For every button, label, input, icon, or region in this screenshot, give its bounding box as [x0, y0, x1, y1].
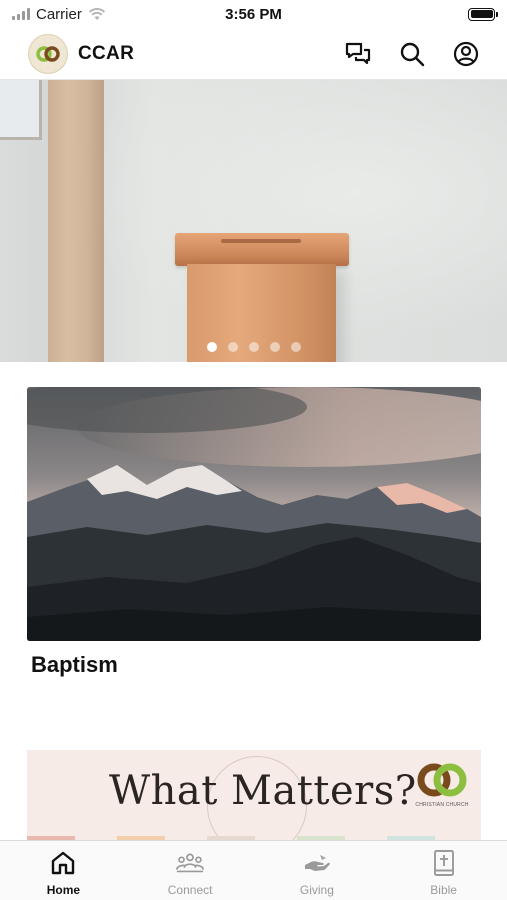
church-logo-icon[interactable]: [28, 33, 68, 74]
carousel-dot[interactable]: [206, 342, 217, 352]
banner-headline: What Matters?: [109, 768, 417, 814]
carousel-dots: [0, 342, 507, 352]
tab-bar: Home Connect Giving Bible: [0, 840, 507, 900]
hero-door-frame: [48, 80, 104, 362]
status-left: Carrier: [12, 6, 182, 23]
carousel-dot[interactable]: [227, 342, 238, 352]
tab-label: Home: [46, 883, 81, 897]
signal-icon: [12, 8, 30, 20]
header-actions: [343, 39, 481, 69]
carousel-dot[interactable]: [269, 342, 280, 352]
app-header: CCAR: [0, 28, 507, 80]
church-logo-icon: CHRISTIAN CHURCH: [413, 760, 471, 826]
tab-label: Connect: [167, 883, 213, 897]
app-title: CCAR: [78, 42, 135, 64]
tab-connect[interactable]: Connect: [127, 841, 254, 900]
card-title[interactable]: Baptism: [31, 652, 118, 678]
tab-label: Giving: [299, 883, 334, 897]
home-icon: [48, 849, 78, 877]
wifi-icon: [88, 8, 105, 20]
bible-icon: [429, 849, 459, 877]
tab-giving[interactable]: Giving: [254, 841, 381, 900]
offering-box-lid: [175, 233, 349, 266]
hero-picture-frame: [0, 80, 42, 140]
carousel-dot[interactable]: [248, 342, 259, 352]
giving-hand-icon: [302, 849, 332, 877]
tab-bible[interactable]: Bible: [380, 841, 507, 900]
tab-label: Bible: [430, 883, 457, 897]
chat-bubbles-icon[interactable]: [343, 39, 373, 69]
status-right: [325, 7, 498, 21]
search-icon[interactable]: [397, 39, 427, 69]
status-bar: Carrier 3:56 PM: [0, 0, 507, 28]
banner-logo-text: CHRISTIAN CHURCH: [415, 802, 469, 808]
carrier-label: Carrier: [36, 5, 82, 23]
hero-carousel[interactable]: [0, 80, 507, 362]
tab-home[interactable]: Home: [0, 841, 127, 900]
baptism-card-image[interactable]: [27, 387, 481, 641]
carousel-dot[interactable]: [290, 342, 301, 352]
status-time: 3:56 PM: [225, 5, 282, 23]
people-icon: [175, 849, 205, 877]
user-circle-icon[interactable]: [451, 39, 481, 69]
battery-icon: [468, 7, 498, 21]
what-matters-banner[interactable]: What Matters? CHRISTIAN CHURCH: [27, 750, 481, 842]
